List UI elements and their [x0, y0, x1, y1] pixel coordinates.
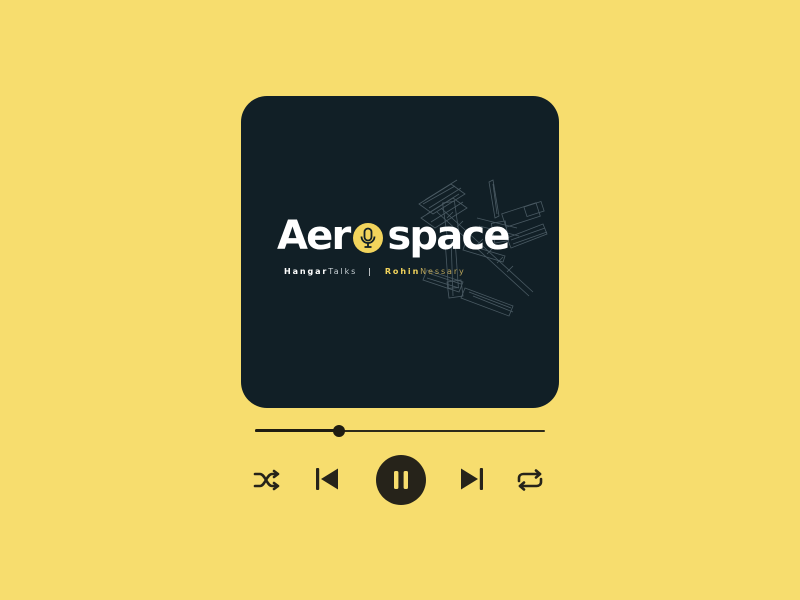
previous-button[interactable]	[312, 464, 342, 494]
podcast-title: Aer space	[277, 212, 511, 260]
pause-icon	[394, 471, 408, 489]
byline-separator: |	[368, 267, 373, 276]
title-part-2: space	[387, 213, 510, 259]
title-part-1: Aer	[277, 213, 351, 259]
skip-next-icon	[461, 468, 483, 490]
next-button[interactable]	[457, 464, 487, 494]
repeat-button[interactable]	[514, 466, 546, 494]
progress-bar[interactable]	[255, 424, 545, 438]
host-name-light: Nessary	[420, 267, 466, 276]
music-player: Aer space HangarTalks | RohinNessary	[0, 0, 800, 600]
pause-button[interactable]	[376, 455, 426, 505]
host-name-bold: Rohin	[384, 267, 421, 276]
progress-fill	[255, 429, 340, 432]
progress-handle[interactable]	[333, 425, 346, 437]
show-name-light: Talks	[328, 267, 358, 276]
skip-previous-icon	[316, 468, 338, 490]
album-artwork: Aer space HangarTalks | RohinNessary	[241, 96, 559, 408]
microphone-icon	[352, 222, 384, 254]
podcast-byline: HangarTalks | RohinNessary	[284, 267, 466, 277]
repeat-icon	[517, 469, 543, 491]
shuffle-icon	[253, 469, 280, 491]
show-name-bold: Hangar	[284, 267, 329, 276]
shuffle-button[interactable]	[252, 466, 282, 494]
